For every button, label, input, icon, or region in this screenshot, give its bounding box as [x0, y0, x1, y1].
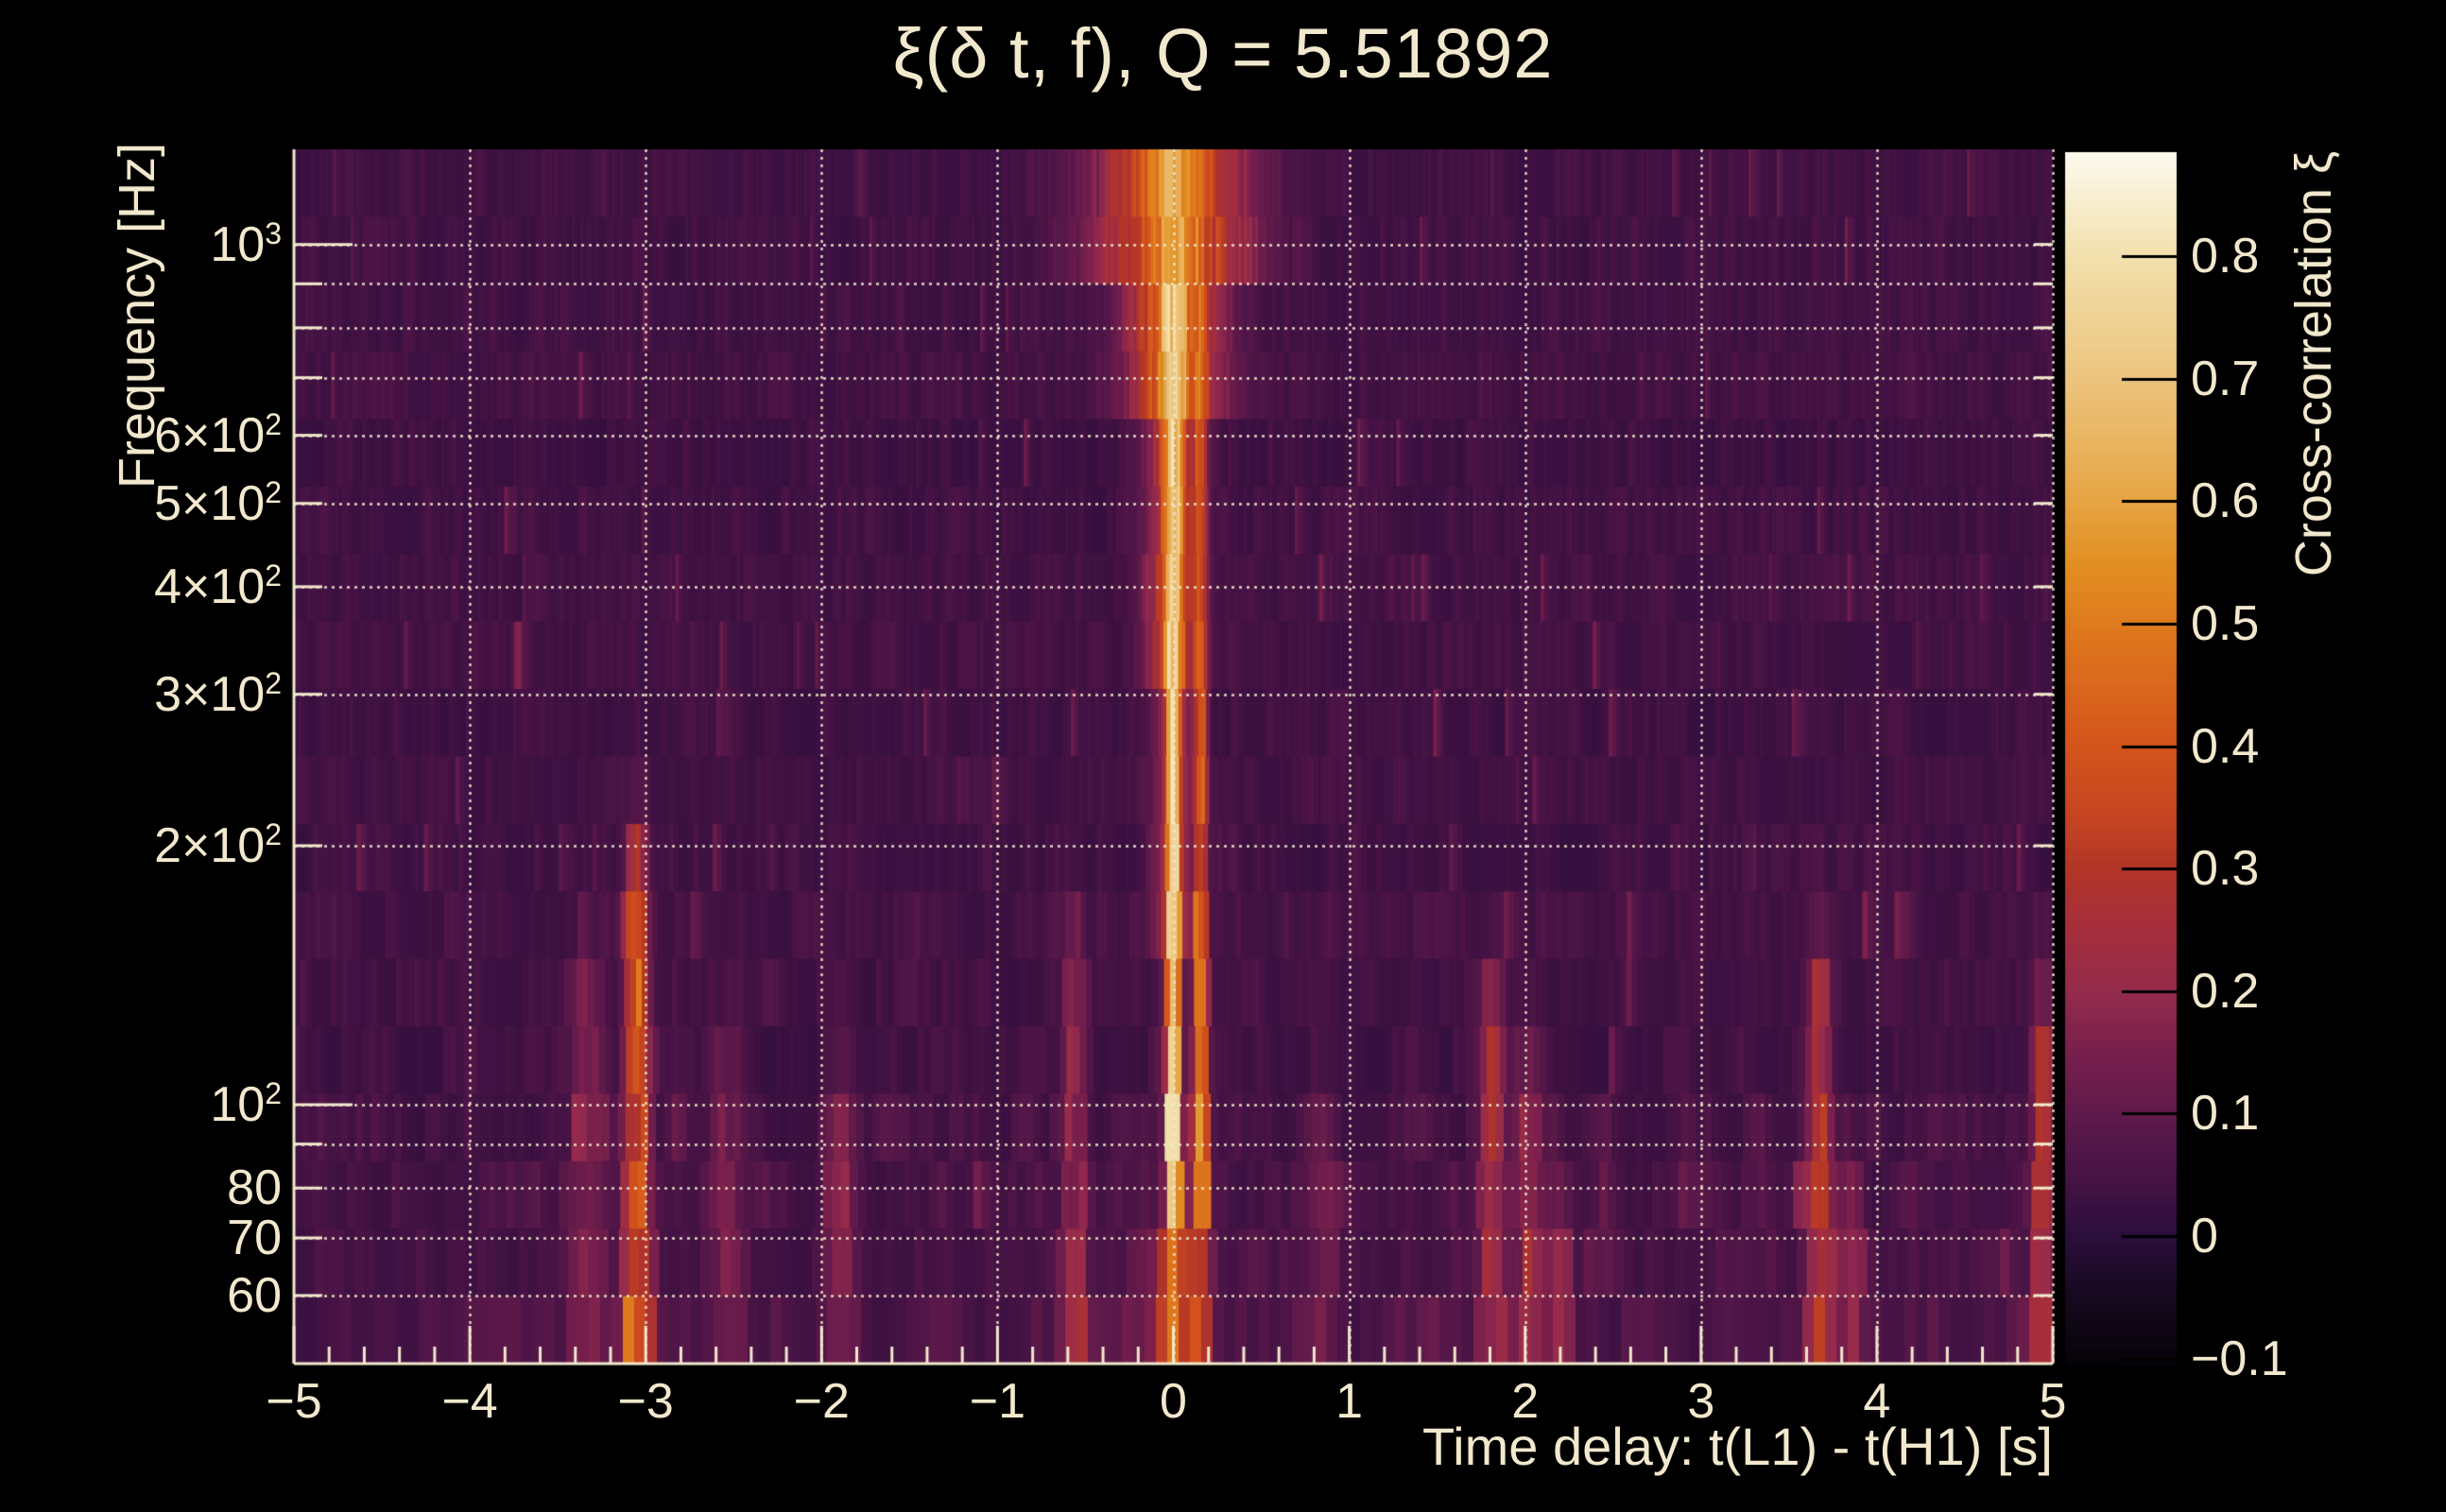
x-tick-label: 3	[1687, 1374, 1715, 1429]
y-tick-label: 2×102	[154, 816, 282, 873]
x-tick-label: 2	[1511, 1374, 1540, 1429]
x-tick-label: 0	[1160, 1374, 1187, 1429]
y-tick-label: 5×102	[154, 474, 282, 531]
x-tick-label: −2	[793, 1374, 850, 1429]
qscan-figure: ξ(δ t, f), Q = 5.51892 Frequency [Hz] Ti…	[0, 0, 2446, 1512]
colorbar-tick-label: 0	[2191, 1208, 2218, 1263]
x-tick-label: −1	[969, 1374, 1026, 1429]
figure-title: ξ(δ t, f), Q = 5.51892	[892, 14, 1554, 93]
colorbar-tick-label: −0.1	[2191, 1331, 2288, 1386]
x-tick-label: −4	[441, 1374, 498, 1429]
colorbar-tick-label: 0.5	[2191, 595, 2260, 651]
x-tick-label: −5	[266, 1374, 322, 1429]
x-tick-label: 5	[2039, 1374, 2067, 1429]
y-tick-label: 4×102	[154, 558, 282, 614]
y-tick-label: 80	[227, 1160, 282, 1216]
correlation-heatmap-canvas	[0, 0, 2446, 1512]
y-tick-label: 60	[227, 1267, 282, 1323]
x-tick-label: −3	[617, 1374, 674, 1429]
x-tick-label: 4	[1863, 1374, 1891, 1429]
y-tick-label: 6×102	[154, 406, 282, 463]
colorbar-tick-label: 0.2	[2191, 963, 2260, 1019]
y-tick-label: 103	[210, 215, 282, 272]
y-tick-label: 3×102	[154, 665, 282, 722]
colorbar-tick-label: 0.8	[2191, 229, 2260, 284]
colorbar-tick-label: 0.7	[2191, 351, 2260, 406]
colorbar-title: Cross-correlation ξ	[2285, 150, 2342, 577]
y-tick-label: 102	[210, 1075, 282, 1132]
colorbar-tick-label: 0.6	[2191, 473, 2260, 529]
colorbar-tick-label: 0.3	[2191, 841, 2260, 897]
y-tick-label: 70	[227, 1210, 282, 1265]
colorbar-tick-label: 0.1	[2191, 1086, 2260, 1142]
colorbar-tick-label: 0.4	[2191, 718, 2260, 774]
x-tick-label: 1	[1335, 1374, 1364, 1429]
